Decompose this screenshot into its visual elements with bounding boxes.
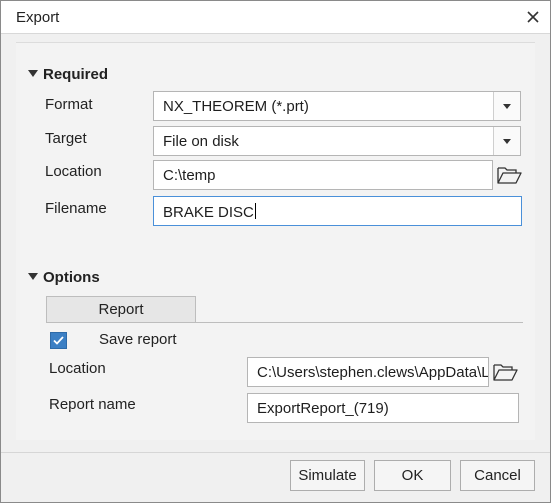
report-location-label: Location [49,360,106,377]
save-report-label: Save report [99,331,177,348]
required-header-label: Required [43,66,109,83]
location-value: C:\temp [163,167,216,184]
text-caret [254,203,256,219]
options-header-label: Options [43,269,100,286]
report-location-browse-button[interactable] [492,361,518,383]
target-dropdown-button[interactable] [493,127,520,155]
simulate-button[interactable]: Simulate [290,460,365,491]
filename-label: Filename [45,200,107,217]
location-input[interactable]: C:\temp [153,160,493,190]
title-bar: Export [1,1,550,34]
folder-open-icon [493,364,518,381]
export-dialog: Export Required Format NX_THEOREM (*.prt… [0,0,551,503]
cancel-button[interactable]: Cancel [460,460,535,491]
location-browse-button[interactable] [496,164,522,186]
target-label: Target [45,130,87,147]
chevron-down-icon [503,139,511,144]
save-report-checkbox[interactable] [50,332,67,349]
tab-report[interactable]: Report [46,296,196,323]
dialog-body: Required Format NX_THEOREM (*.prt) Targe… [16,42,535,440]
folder-open-icon [497,167,522,184]
filename-input[interactable]: BRAKE DISC [153,196,522,226]
format-select[interactable]: NX_THEOREM (*.prt) [153,91,521,121]
report-name-label: Report name [49,396,136,413]
format-dropdown-button[interactable] [493,92,520,120]
format-value: NX_THEOREM (*.prt) [163,98,309,115]
report-name-input[interactable]: ExportReport_(719) [247,393,519,423]
dialog-title: Export [16,9,60,26]
report-location-value: C:\Users\stephen.clews\AppData\Local\Tem… [257,364,488,381]
close-icon [527,11,539,23]
report-name-value: ExportReport_(719) [257,400,389,417]
collapse-triangle-icon [28,273,38,280]
ok-button[interactable]: OK [374,460,451,491]
options-section-header[interactable]: Options [28,269,100,286]
chevron-down-icon [503,104,511,109]
tab-divider [46,322,523,323]
checkmark-icon [53,336,64,345]
filename-text: BRAKE DISC [163,203,256,221]
close-button[interactable] [524,8,542,26]
target-value: File on disk [163,133,239,150]
filename-value: BRAKE DISC [163,204,254,221]
target-select[interactable]: File on disk [153,126,521,156]
location-label: Location [45,163,102,180]
required-section-header[interactable]: Required [28,66,108,83]
report-location-input[interactable]: C:\Users\stephen.clews\AppData\Local\Tem… [247,357,489,387]
collapse-triangle-icon [28,70,38,77]
format-label: Format [45,96,93,113]
